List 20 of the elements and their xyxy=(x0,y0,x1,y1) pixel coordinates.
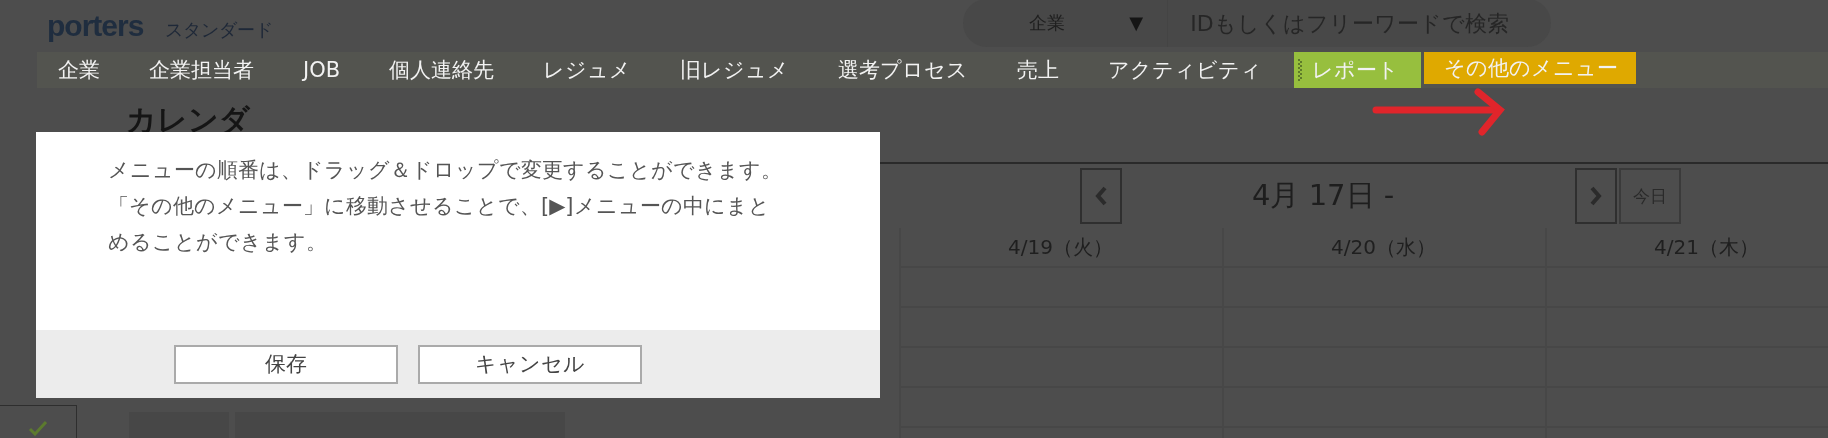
previous-button[interactable] xyxy=(1080,168,1122,224)
dialog-message: メニューの順番は、ドラッグ＆ドロップで変更することができます。 「その他のメニュー」に移動させることで、[▶]メニューの中にまと めることができます。 xyxy=(108,157,783,256)
chevron-right-icon xyxy=(1589,185,1603,207)
menu-item[interactable]: レジュメ xyxy=(522,52,654,88)
check-tab[interactable] xyxy=(0,405,77,438)
menu-item[interactable]: 選考プロセス xyxy=(817,52,991,88)
drag-handle-icon[interactable] xyxy=(1298,59,1303,81)
menu-item[interactable]: 企業 xyxy=(37,52,122,88)
menu-item[interactable]: 旧レジュメ xyxy=(659,52,812,88)
chevron-left-icon xyxy=(1094,185,1108,207)
page-title: カレンダ xyxy=(126,101,251,139)
menu-item[interactable]: アクティビティ xyxy=(1087,52,1285,88)
check-icon xyxy=(28,420,48,436)
cancel-button[interactable]: キャンセル xyxy=(418,344,642,384)
menu-item[interactable]: JOB xyxy=(282,52,363,88)
menu-item[interactable]: 売上 xyxy=(996,52,1082,88)
next-button[interactable] xyxy=(1575,168,1617,224)
menu-item[interactable]: 個人連絡先 xyxy=(368,52,517,88)
save-button[interactable]: 保存 xyxy=(174,344,398,384)
menu-item[interactable]: 企業担当者 xyxy=(128,52,276,88)
